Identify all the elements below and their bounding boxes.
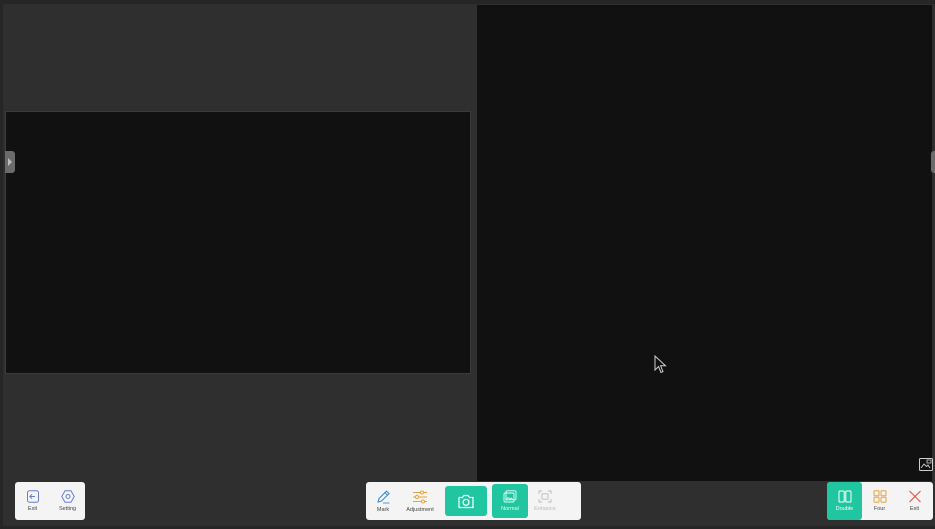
camera-icon bbox=[458, 494, 474, 508]
setting-label: Setting bbox=[58, 506, 77, 512]
picture-in-picture-icon[interactable] bbox=[919, 458, 933, 471]
left-frame bbox=[0, 0, 3, 529]
left-toolbar: Exit Setting bbox=[15, 482, 85, 520]
double-label: Double bbox=[835, 506, 854, 512]
normal-label: Normal bbox=[501, 506, 519, 512]
adjustment-button[interactable]: Adjustment bbox=[400, 482, 440, 520]
enhance-mode-button[interactable]: Enhance bbox=[528, 482, 562, 520]
exit-label: Exit bbox=[27, 506, 38, 512]
mark-label: Mark bbox=[376, 506, 390, 513]
top-frame bbox=[0, 0, 935, 4]
video-pane-right[interactable] bbox=[477, 5, 932, 481]
four-split-button[interactable]: Four bbox=[862, 482, 897, 520]
exit-button[interactable]: Exit bbox=[15, 482, 50, 520]
left-drawer-handle[interactable] bbox=[5, 151, 15, 173]
exit-split-button[interactable]: Exit bbox=[897, 482, 932, 520]
capture-button-face[interactable] bbox=[445, 486, 487, 516]
pen-icon bbox=[376, 489, 390, 503]
setting-button[interactable]: Setting bbox=[50, 482, 85, 520]
double-split-button[interactable]: Double bbox=[827, 482, 862, 520]
four-grid-icon bbox=[873, 490, 886, 503]
video-pane-left[interactable] bbox=[5, 111, 471, 374]
double-split-icon bbox=[838, 490, 851, 503]
normal-mode-button[interactable]: Normal bbox=[492, 484, 528, 518]
setting-icon bbox=[60, 490, 75, 503]
mark-button[interactable]: Mark bbox=[366, 482, 400, 520]
adjustment-label: Adjustment bbox=[406, 506, 434, 513]
four-label: Four bbox=[873, 506, 886, 512]
sliders-icon bbox=[413, 490, 427, 503]
normal-mode-icon bbox=[503, 490, 517, 503]
center-toolbar: Mark Adjustment Normal Enhance bbox=[366, 482, 581, 520]
mouse-cursor-icon bbox=[654, 355, 667, 374]
right-drawer-handle[interactable] bbox=[931, 151, 935, 173]
enhance-mode-icon bbox=[538, 490, 552, 503]
exit-icon bbox=[26, 490, 39, 503]
exit-split-label: Exit bbox=[909, 506, 920, 512]
close-icon bbox=[908, 490, 921, 503]
capture-button[interactable] bbox=[440, 482, 492, 520]
enhance-label: Enhance bbox=[534, 506, 556, 512]
right-toolbar: Double Four Exit bbox=[827, 482, 933, 520]
